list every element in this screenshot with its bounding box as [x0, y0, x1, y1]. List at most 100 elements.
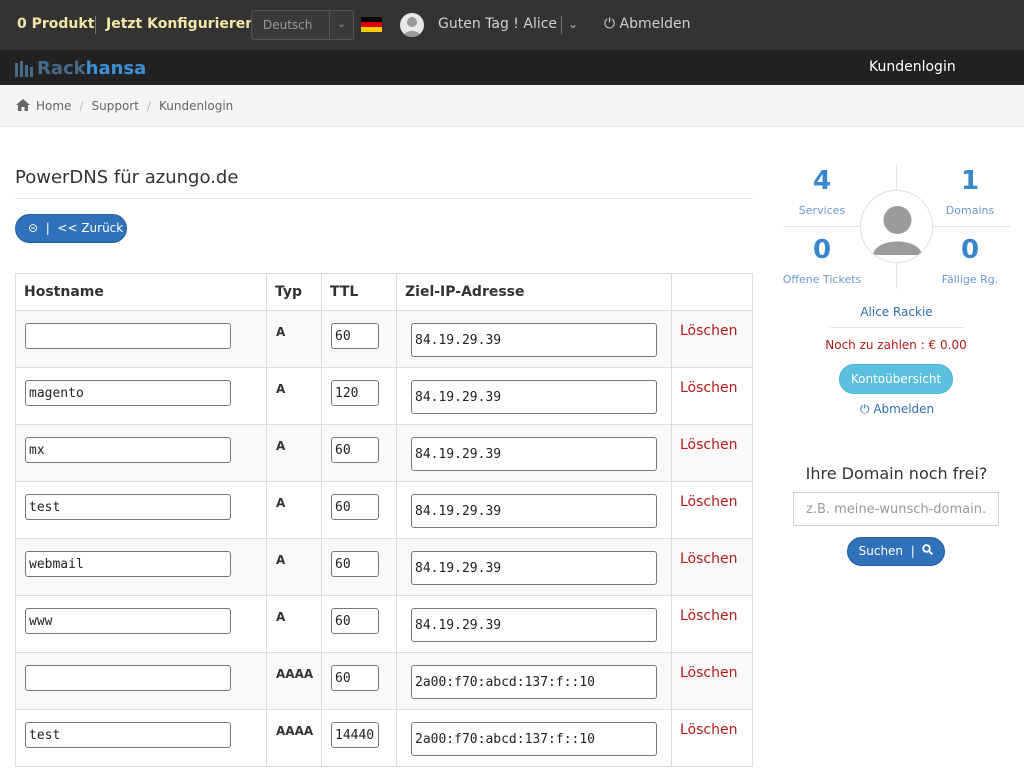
domain-search-button[interactable]: Suchen | — [847, 537, 945, 566]
type-cell: AAAA — [266, 709, 322, 767]
target-ip-cell — [396, 709, 672, 767]
target-ip-cell — [396, 481, 672, 539]
hostname-input[interactable] — [25, 665, 231, 691]
hostname-cell — [15, 424, 267, 482]
target-ip-input[interactable] — [411, 494, 657, 528]
tickets-label[interactable]: Offene Tickets — [782, 273, 862, 286]
ttl-input[interactable] — [331, 437, 379, 463]
nav-kundenlogin[interactable]: Kundenlogin — [869, 59, 956, 75]
column-header-type: Typ — [266, 273, 322, 311]
target-ip-input[interactable] — [411, 608, 657, 642]
hostname-cell — [15, 481, 267, 539]
table-row: A Löschen — [15, 310, 753, 368]
dns-records-table: Hostname Typ TTL Ziel-IP-Adresse A Lösche… — [15, 273, 753, 767]
ttl-input[interactable] — [331, 608, 379, 634]
home-icon[interactable] — [16, 99, 30, 114]
actions-cell: Löschen — [671, 652, 753, 710]
column-header-ttl: TTL — [321, 273, 397, 311]
record-type: A — [276, 610, 286, 624]
hostname-input[interactable] — [25, 380, 231, 406]
invoices-count[interactable]: 0 — [930, 235, 1010, 265]
breadcrumb: Home / Support / Kundenlogin — [0, 85, 1024, 127]
delete-link[interactable]: Löschen — [680, 608, 737, 624]
table-header-row: Hostname Typ TTL Ziel-IP-Adresse — [15, 273, 753, 311]
ttl-input[interactable] — [331, 722, 379, 748]
target-ip-input[interactable] — [411, 551, 657, 585]
account-overview-button[interactable]: Kontoübersicht — [839, 364, 953, 394]
logo[interactable]: Rackhansa — [15, 58, 146, 79]
sidebar-logout-link[interactable]: ⏻ Abmelden — [860, 402, 934, 417]
breadcrumb-home[interactable]: Home — [36, 99, 71, 113]
ttl-input[interactable] — [331, 551, 379, 577]
target-ip-input[interactable] — [411, 380, 657, 414]
ttl-cell — [321, 595, 397, 653]
amount-due: Noch zu zahlen : € 0.00 — [825, 338, 967, 352]
ttl-input[interactable] — [331, 323, 379, 349]
ttl-cell — [321, 424, 397, 482]
type-cell: A — [266, 538, 322, 596]
chevron-down-icon[interactable]: ⌄ — [568, 17, 578, 31]
target-ip-cell — [396, 538, 672, 596]
record-type: AAAA — [276, 724, 314, 738]
logo-text-rack: Rack — [37, 58, 86, 79]
user-greeting[interactable]: Guten Tag ! Alice — [438, 16, 557, 32]
hostname-input[interactable] — [25, 551, 231, 577]
hostname-input[interactable] — [25, 437, 231, 463]
breadcrumb-support[interactable]: Support — [91, 99, 138, 113]
domain-search-input[interactable] — [793, 492, 999, 526]
german-flag-icon[interactable] — [361, 17, 382, 32]
target-ip-input[interactable] — [411, 323, 657, 357]
target-ip-input[interactable] — [411, 437, 657, 471]
separator: | — [906, 544, 919, 558]
type-cell: A — [266, 595, 322, 653]
user-name[interactable]: Alice Rackie — [830, 305, 963, 319]
actions-cell: Löschen — [671, 367, 753, 425]
cart-link[interactable]: 0 Produkt — [17, 16, 94, 32]
delete-link[interactable]: Löschen — [680, 380, 737, 396]
target-ip-cell — [396, 310, 672, 368]
hostname-cell — [15, 709, 267, 767]
delete-link[interactable]: Löschen — [680, 437, 737, 453]
column-header-hostname: Hostname — [15, 273, 267, 311]
actions-cell: Löschen — [671, 709, 753, 767]
tickets-count[interactable]: 0 — [782, 235, 862, 265]
domain-search-heading: Ihre Domain noch frei? — [805, 464, 988, 483]
ttl-cell — [321, 481, 397, 539]
language-select[interactable]: Deutsch ⌄ — [251, 10, 354, 40]
delete-link[interactable]: Löschen — [680, 323, 737, 339]
actions-cell: Löschen — [671, 538, 753, 596]
profile-avatar — [860, 190, 933, 263]
hostname-input[interactable] — [25, 608, 231, 634]
record-type: A — [276, 439, 286, 453]
back-button[interactable]: ⊝ | << Zurück — [15, 214, 127, 243]
hostname-input[interactable] — [25, 722, 231, 748]
invoices-label[interactable]: Fällige Rg. — [930, 273, 1010, 286]
divider — [561, 16, 562, 34]
ttl-input[interactable] — [331, 665, 379, 691]
ttl-input[interactable] — [331, 380, 379, 406]
hostname-cell — [15, 595, 267, 653]
type-cell: A — [266, 367, 322, 425]
hostname-cell — [15, 310, 267, 368]
domains-label[interactable]: Domains — [930, 204, 1010, 217]
table-row: AAAA Löschen — [15, 652, 753, 710]
search-icon — [922, 544, 934, 558]
target-ip-input[interactable] — [411, 722, 657, 756]
hostname-input[interactable] — [25, 494, 231, 520]
divider — [830, 327, 963, 328]
hostname-input[interactable] — [25, 323, 231, 349]
logout-link[interactable]: ⏻ Abmelden — [604, 16, 691, 32]
delete-link[interactable]: Löschen — [680, 722, 737, 738]
domains-count[interactable]: 1 — [930, 166, 1010, 196]
actions-cell: Löschen — [671, 424, 753, 482]
actions-cell: Löschen — [671, 595, 753, 653]
configure-link[interactable]: Jetzt Konfigurieren — [106, 16, 255, 32]
delete-link[interactable]: Löschen — [680, 551, 737, 567]
services-count[interactable]: 4 — [782, 166, 862, 196]
delete-link[interactable]: Löschen — [680, 494, 737, 510]
delete-link[interactable]: Löschen — [680, 665, 737, 681]
ttl-input[interactable] — [331, 494, 379, 520]
services-label[interactable]: Services — [782, 204, 862, 217]
user-avatar[interactable] — [400, 13, 424, 37]
target-ip-input[interactable] — [411, 665, 657, 699]
